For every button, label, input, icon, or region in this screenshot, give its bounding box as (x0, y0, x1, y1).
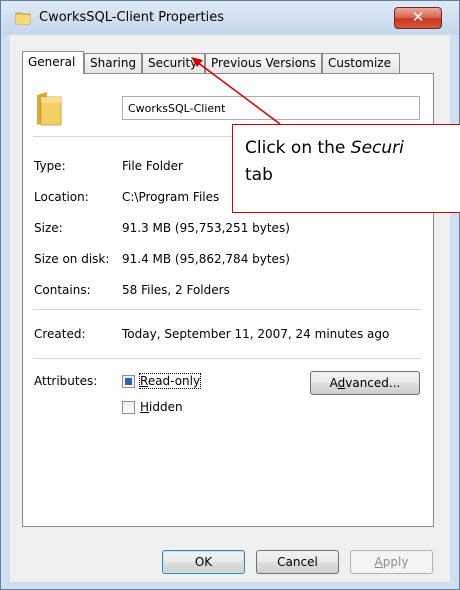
tab-security[interactable]: Security (142, 53, 205, 73)
dialog-body: General Sharing Security Previous Versio… (10, 35, 450, 582)
apply-button[interactable]: Apply (350, 550, 433, 574)
contains-value: 58 Files, 2 Folders (122, 283, 230, 297)
hidden-label[interactable]: Hidden (140, 400, 183, 414)
close-icon: ✕ (411, 8, 425, 26)
size-label: Size: (34, 221, 63, 235)
tab-previous-versions[interactable]: Previous Versions (205, 53, 322, 73)
created-value: Today, September 11, 2007, 24 minutes ag… (122, 327, 390, 341)
tab-general[interactable]: General (22, 51, 84, 74)
created-label: Created: (34, 327, 86, 341)
tab-general-label: General (28, 55, 76, 69)
advanced-button[interactable]: Advanced... (310, 371, 420, 395)
ok-button[interactable]: OK (162, 550, 245, 574)
tab-customize-label: Customize (328, 56, 391, 70)
type-label: Type: (34, 159, 66, 173)
close-button[interactable]: ✕ (394, 7, 442, 29)
size-on-disk-label: Size on disk: (34, 252, 110, 266)
cancel-button[interactable]: Cancel (256, 550, 339, 574)
separator (33, 309, 421, 310)
attributes-label: Attributes: (34, 374, 98, 388)
hidden-checkbox[interactable] (122, 401, 135, 414)
readonly-checkbox[interactable] (122, 375, 135, 388)
folder-name-input[interactable] (122, 96, 420, 120)
tab-security-label: Security (148, 56, 198, 70)
size-on-disk-value: 91.4 MB (95,862,784 bytes) (122, 252, 290, 266)
tab-sharing-label: Sharing (90, 56, 137, 70)
size-value: 91.3 MB (95,753,251 bytes) (122, 221, 290, 235)
properties-window: CworksSQL-Client Properties ✕ General Sh… (0, 0, 460, 590)
title-bar[interactable]: CworksSQL-Client Properties ✕ (1, 1, 459, 35)
tab-customize[interactable]: Customize (322, 53, 400, 73)
callout-text: Click on the Securi tab (245, 138, 404, 185)
location-value: C:\Program Files (122, 190, 220, 204)
location-label: Location: (34, 190, 89, 204)
window-title: CworksSQL-Client Properties (39, 10, 224, 25)
instruction-callout: Click on the Securi tab (232, 124, 460, 213)
tab-previous-versions-label: Previous Versions (211, 56, 316, 70)
readonly-label[interactable]: Read-only (138, 373, 202, 389)
folder-large-icon (37, 92, 62, 126)
callout-emphasis: Securi (350, 138, 404, 158)
separator (33, 358, 421, 359)
tab-sharing[interactable]: Sharing (84, 53, 142, 73)
type-value: File Folder (122, 159, 183, 173)
folder-icon (15, 12, 31, 25)
contains-label: Contains: (34, 283, 91, 297)
